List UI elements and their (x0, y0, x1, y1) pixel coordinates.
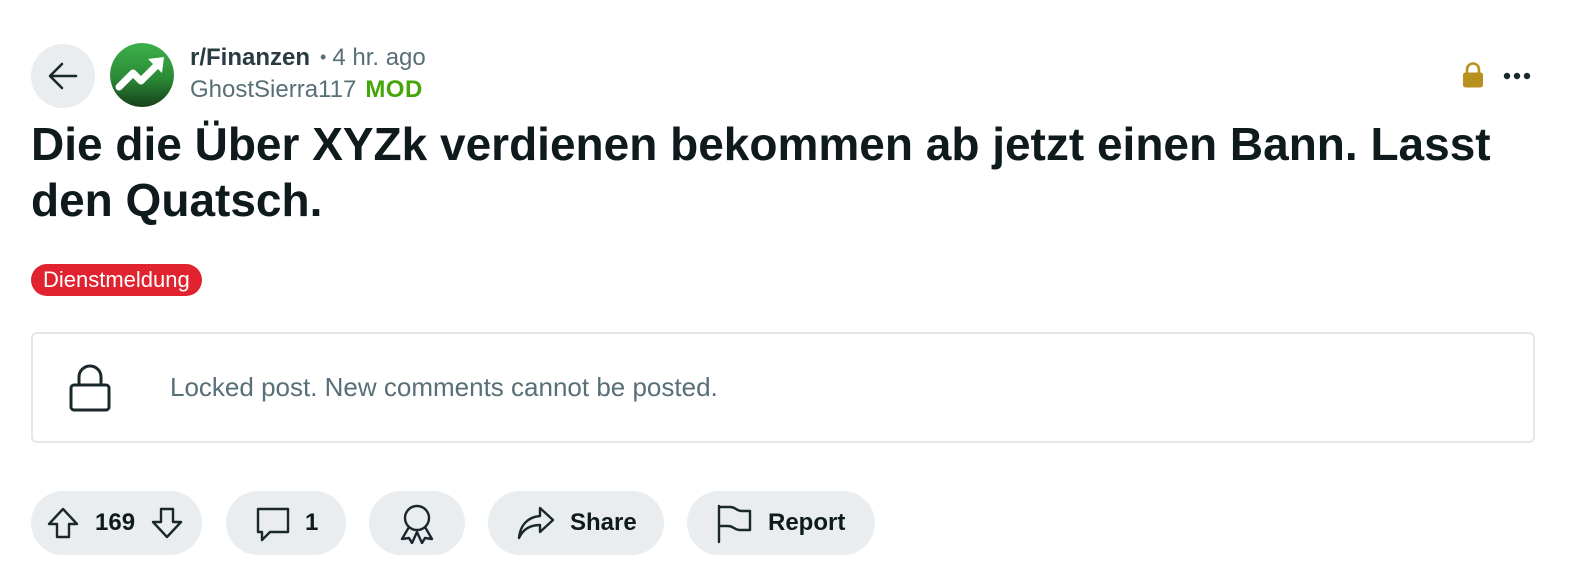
post-meta: r/Finanzen • 4 hr. ago GhostSierra117 MO… (190, 44, 426, 108)
post-title: Die die Über XYZk verdienen bekommen ab … (31, 118, 1491, 226)
upvote-button[interactable] (46, 506, 80, 540)
subreddit-link[interactable]: r/Finanzen (190, 44, 310, 72)
upvote-icon (47, 507, 79, 539)
downvote-icon (151, 507, 183, 539)
locked-notice: Locked post. New comments cannot be post… (31, 332, 1535, 443)
author-link[interactable]: GhostSierra117 (190, 76, 356, 104)
post-flair[interactable]: Dienstmeldung (31, 264, 202, 296)
back-arrow-icon (48, 62, 78, 90)
downvote-button[interactable] (150, 506, 184, 540)
meta-separator: • (320, 47, 327, 67)
vote-count: 169 (95, 509, 136, 536)
post-time: 4 hr. ago (332, 44, 426, 71)
comment-icon (256, 507, 290, 542)
lock-icon (69, 364, 111, 411)
comment-count: 1 (305, 509, 319, 536)
report-label: Report (768, 509, 846, 536)
report-flag-icon (717, 504, 752, 544)
more-icon (1503, 72, 1531, 80)
back-button[interactable] (31, 44, 95, 108)
report-button[interactable]: Report (687, 491, 875, 555)
locked-notice-text: Locked post. New comments cannot be post… (170, 372, 718, 402)
mod-badge: MOD (365, 76, 423, 103)
vote-control: 169 (31, 491, 202, 555)
subreddit-avatar[interactable] (110, 43, 174, 107)
post-view: r/Finanzen • 4 hr. ago GhostSierra117 MO… (0, 0, 1576, 580)
share-icon (517, 506, 555, 540)
lock-icon (1463, 62, 1483, 88)
more-options-button[interactable] (1496, 56, 1538, 96)
award-icon (400, 504, 434, 544)
award-button[interactable] (369, 491, 465, 555)
share-button[interactable]: Share (488, 491, 664, 555)
comments-button[interactable]: 1 (226, 491, 346, 555)
share-label: Share (570, 509, 637, 536)
